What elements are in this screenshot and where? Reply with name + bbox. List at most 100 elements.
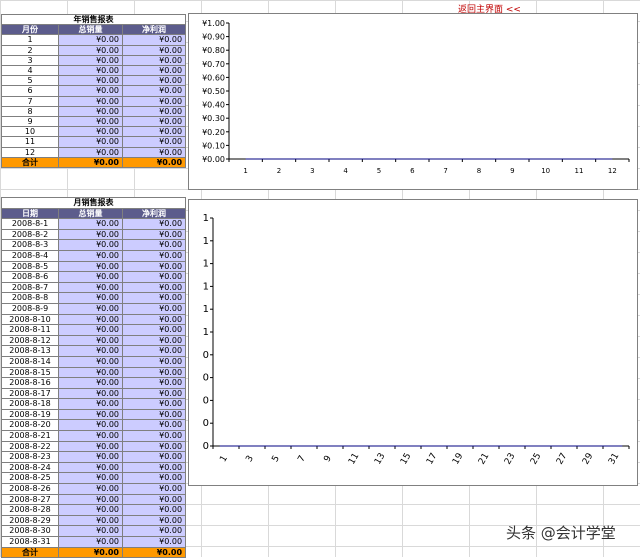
table-row-cell[interactable]: ¥0.00 bbox=[121, 85, 187, 97]
table-total-row-cell[interactable]: ¥0.00 bbox=[121, 546, 187, 558]
table-header-row-cell[interactable]: 总销量 bbox=[58, 24, 123, 36]
table-row-cell[interactable]: ¥0.00 bbox=[121, 54, 187, 67]
table-row-cell[interactable]: ¥0.00 bbox=[58, 302, 123, 315]
table-row-cell[interactable]: ¥0.00 bbox=[58, 54, 123, 67]
table-row-cell[interactable]: 2008-8-23 bbox=[1, 451, 59, 463]
table-row-cell[interactable]: 5 bbox=[1, 75, 59, 87]
table-total-row-cell[interactable]: 合计 bbox=[1, 156, 59, 169]
table-row-cell[interactable]: 2008-8-7 bbox=[1, 281, 59, 294]
table-row-cell[interactable]: 2008-8-16 bbox=[1, 377, 59, 389]
table-row-cell[interactable]: 2008-8-25 bbox=[1, 472, 59, 485]
table-row-cell[interactable]: ¥0.00 bbox=[121, 493, 187, 506]
table-row-cell[interactable]: ¥0.00 bbox=[121, 408, 187, 421]
table-row-cell[interactable]: ¥0.00 bbox=[121, 105, 187, 118]
table-row-cell[interactable]: ¥0.00 bbox=[121, 116, 187, 128]
table-row-cell[interactable]: ¥0.00 bbox=[121, 345, 187, 357]
table-row-cell[interactable]: 9 bbox=[1, 116, 59, 128]
table-row-cell[interactable]: ¥0.00 bbox=[121, 249, 187, 262]
table-row-cell[interactable]: 2008-8-30 bbox=[1, 525, 59, 537]
table-row-cell[interactable]: ¥0.00 bbox=[121, 504, 187, 516]
table-row-cell[interactable]: ¥0.00 bbox=[58, 239, 123, 251]
table-row-cell[interactable]: ¥0.00 bbox=[58, 536, 123, 548]
table-row-cell[interactable]: 2008-8-6 bbox=[1, 271, 59, 283]
table-row-cell[interactable]: ¥0.00 bbox=[58, 387, 123, 400]
table-row-cell[interactable]: 2008-8-10 bbox=[1, 313, 59, 326]
table-row-cell[interactable]: ¥0.00 bbox=[58, 461, 123, 474]
table-row-cell[interactable]: ¥0.00 bbox=[121, 536, 187, 548]
table-title[interactable]: 月销售报表 bbox=[0, 197, 187, 209]
table-row-cell[interactable]: ¥0.00 bbox=[58, 493, 123, 506]
table-row-cell[interactable]: ¥0.00 bbox=[121, 75, 187, 87]
table-row-cell[interactable]: ¥0.00 bbox=[121, 525, 187, 537]
table-row-cell[interactable]: 2008-8-5 bbox=[1, 260, 59, 273]
table-row-cell[interactable]: ¥0.00 bbox=[121, 95, 187, 107]
table-row-cell[interactable]: 2008-8-29 bbox=[1, 514, 59, 527]
table-row-cell[interactable]: 2008-8-4 bbox=[1, 249, 59, 262]
table-total-row-cell[interactable]: ¥0.00 bbox=[58, 546, 123, 558]
table-row-cell[interactable]: ¥0.00 bbox=[121, 218, 187, 230]
table-row-cell[interactable]: ¥0.00 bbox=[58, 504, 123, 516]
table-row-cell[interactable]: ¥0.00 bbox=[58, 355, 123, 368]
table-row-cell[interactable]: 3 bbox=[1, 54, 59, 67]
table-row-cell[interactable]: 2008-8-14 bbox=[1, 355, 59, 368]
table-header-row-cell[interactable]: 日期 bbox=[1, 207, 59, 220]
table-row-cell[interactable]: ¥0.00 bbox=[58, 218, 123, 230]
table-row-cell[interactable]: ¥0.00 bbox=[121, 65, 187, 77]
table-row-cell[interactable]: ¥0.00 bbox=[121, 281, 187, 294]
table-row-cell[interactable]: ¥0.00 bbox=[58, 136, 123, 148]
table-row-cell[interactable]: ¥0.00 bbox=[58, 483, 123, 495]
table-row-cell[interactable]: ¥0.00 bbox=[58, 271, 123, 283]
table-row-cell[interactable]: ¥0.00 bbox=[58, 146, 123, 158]
table-row-cell[interactable]: ¥0.00 bbox=[58, 116, 123, 128]
table-row-cell[interactable]: ¥0.00 bbox=[58, 126, 123, 138]
table-row-cell[interactable]: ¥0.00 bbox=[121, 34, 187, 46]
table-row-cell[interactable]: ¥0.00 bbox=[121, 377, 187, 389]
table-row-cell[interactable]: ¥0.00 bbox=[58, 430, 123, 442]
table-total-row-cell[interactable]: 合计 bbox=[1, 546, 59, 558]
table-row-cell[interactable]: ¥0.00 bbox=[58, 408, 123, 421]
table-row-cell[interactable]: ¥0.00 bbox=[121, 136, 187, 148]
table-row-cell[interactable]: ¥0.00 bbox=[121, 292, 187, 304]
table-row-cell[interactable]: 2008-8-26 bbox=[1, 483, 59, 495]
table-row-cell[interactable]: ¥0.00 bbox=[58, 34, 123, 46]
table-row-cell[interactable]: 2008-8-17 bbox=[1, 387, 59, 400]
table-row-cell[interactable]: 2008-8-28 bbox=[1, 504, 59, 516]
table-row-cell[interactable]: 2008-8-24 bbox=[1, 461, 59, 474]
table-row-cell[interactable]: 2008-8-12 bbox=[1, 334, 59, 347]
table-row-cell[interactable]: ¥0.00 bbox=[58, 377, 123, 389]
table-row-cell[interactable]: ¥0.00 bbox=[58, 440, 123, 453]
table-row-cell[interactable]: ¥0.00 bbox=[121, 313, 187, 326]
table-row-cell[interactable]: ¥0.00 bbox=[58, 451, 123, 463]
table-row-cell[interactable]: ¥0.00 bbox=[58, 85, 123, 97]
table-row-cell[interactable]: 2008-8-20 bbox=[1, 419, 59, 432]
table-row-cell[interactable]: ¥0.00 bbox=[58, 249, 123, 262]
table-row-cell[interactable]: ¥0.00 bbox=[121, 461, 187, 474]
table-row-cell[interactable]: ¥0.00 bbox=[121, 355, 187, 368]
table-row-cell[interactable]: ¥0.00 bbox=[121, 239, 187, 251]
table-row-cell[interactable]: ¥0.00 bbox=[121, 334, 187, 347]
table-header-row-cell[interactable]: 净利润 bbox=[121, 24, 187, 36]
table-row-cell[interactable]: ¥0.00 bbox=[121, 451, 187, 463]
table-row-cell[interactable]: 7 bbox=[1, 95, 59, 107]
table-row-cell[interactable]: 10 bbox=[1, 126, 59, 138]
table-row-cell[interactable]: ¥0.00 bbox=[121, 387, 187, 400]
table-title[interactable]: 年销售报表 bbox=[0, 13, 187, 26]
table-row-cell[interactable]: 2008-8-3 bbox=[1, 239, 59, 251]
table-row-cell[interactable]: 2008-8-18 bbox=[1, 398, 59, 410]
table-row-cell[interactable]: 2008-8-2 bbox=[1, 228, 59, 241]
table-header-row-cell[interactable]: 总销量 bbox=[58, 207, 123, 220]
month-chart[interactable]: 0 0 0 0 0 1 1 1 1 1 1 1 3 5 7 9 11 13 15 17 19 21 23 25 27 29 31 bbox=[188, 199, 638, 486]
table-row-cell[interactable]: 2 bbox=[1, 44, 59, 56]
table-row-cell[interactable]: 2008-8-27 bbox=[1, 493, 59, 506]
table-row-cell[interactable]: ¥0.00 bbox=[58, 334, 123, 347]
table-row-cell[interactable]: ¥0.00 bbox=[121, 126, 187, 138]
table-total-row-cell[interactable]: ¥0.00 bbox=[121, 156, 187, 169]
table-row-cell[interactable]: 2008-8-1 bbox=[1, 218, 59, 230]
table-row-cell[interactable]: ¥0.00 bbox=[121, 472, 187, 485]
table-row-cell[interactable]: ¥0.00 bbox=[121, 483, 187, 495]
table-row-cell[interactable]: 1 bbox=[1, 34, 59, 46]
table-row-cell[interactable]: ¥0.00 bbox=[121, 419, 187, 432]
table-row-cell[interactable]: 2008-8-22 bbox=[1, 440, 59, 453]
table-row-cell[interactable]: 12 bbox=[1, 146, 59, 158]
table-row-cell[interactable]: 2008-8-8 bbox=[1, 292, 59, 304]
